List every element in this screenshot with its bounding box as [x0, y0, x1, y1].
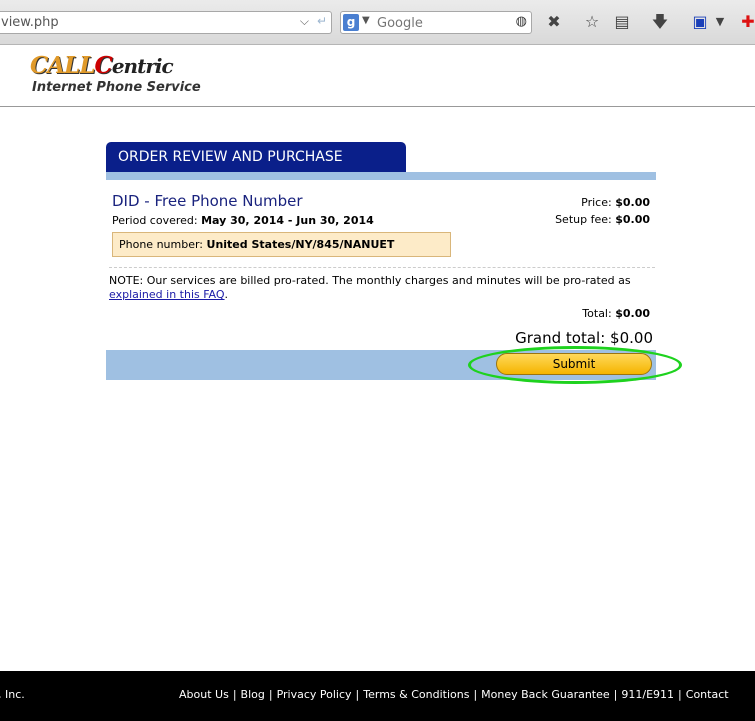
price-row: Price: $0.00 — [581, 196, 650, 209]
search-input[interactable] — [375, 12, 509, 35]
dashed-divider — [109, 267, 655, 268]
faq-link[interactable]: explained in this FAQ — [109, 288, 225, 301]
red-cross-icon[interactable]: ✚ — [738, 12, 755, 32]
grand-total-value: $0.00 — [610, 329, 653, 347]
search-engine-dropdown-icon[interactable]: ▼ — [362, 15, 370, 26]
header-divider — [0, 106, 755, 107]
note-end: . — [224, 288, 229, 301]
footer-link-about-us[interactable]: About Us — [179, 688, 229, 701]
period-label: Period covered: — [112, 214, 198, 227]
phone-number-box: Phone number: United States/NY/845/NANUE… — [112, 232, 451, 257]
total-row: Total: $0.00 — [582, 307, 650, 320]
search-engine-icon[interactable]: g — [343, 14, 359, 31]
billing-note: NOTE: Our services are billed pro-rated.… — [109, 274, 657, 302]
footer-separator: | — [613, 688, 618, 701]
footer-separator: | — [678, 688, 682, 701]
bookmarks-list-icon[interactable]: ▤ — [612, 12, 632, 32]
bookmark-star-icon[interactable]: ☆ — [582, 12, 602, 32]
footer-copyright: , Inc. — [0, 688, 25, 701]
grand-total-row: Grand total: $0.00 — [515, 329, 653, 347]
callcentric-logo[interactable]: CALLCentric — [30, 52, 174, 79]
footer-separator: | — [268, 688, 273, 701]
footer: , Inc. About Us | Blog | Privacy Policy | Term… — [0, 671, 755, 721]
reload-icon[interactable]: ↵ — [317, 14, 327, 28]
phone-label: Phone number: — [119, 238, 204, 251]
menu-chevron-down-icon[interactable]: ▼ — [710, 12, 730, 32]
footer-link-privacy-policy[interactable]: Privacy Policy — [277, 688, 352, 701]
order-review-tab: ORDER REVIEW AND PURCHASE — [106, 142, 406, 172]
footer-link-contact[interactable]: Contact — [686, 688, 729, 701]
price-value: $0.00 — [615, 196, 650, 209]
binoculars-icon[interactable]: ◍ — [516, 14, 527, 29]
browser-toolbar: ⌵ ↵ g ▼ ◍ ✖ ☆ ▤ 🡇 ▣ ▼ ✚ — [0, 0, 755, 45]
footer-link-blog[interactable]: Blog — [241, 688, 265, 701]
item-title: DID - Free Phone Number — [112, 192, 303, 210]
footer-link-money-back[interactable]: Money Back Guarantee — [481, 688, 610, 701]
logo-text-entric: entric — [111, 54, 174, 78]
setup-fee-row: Setup fee: $0.00 — [555, 213, 650, 226]
footer-link-911[interactable]: 911/E911 — [621, 688, 674, 701]
setup-value: $0.00 — [615, 213, 650, 226]
download-icon[interactable]: 🡇 — [650, 12, 670, 32]
total-value: $0.00 — [615, 307, 650, 320]
footer-links: About Us | Blog | Privacy Policy | Terms & Con… — [179, 688, 729, 701]
save-icon[interactable]: ▣ — [690, 12, 710, 32]
footer-separator: | — [232, 688, 237, 701]
phone-value: United States/NY/845/NANUET — [206, 238, 395, 251]
grand-total-label: Grand total: — [515, 329, 606, 347]
setup-label: Setup fee: — [555, 213, 612, 226]
address-bar[interactable]: ⌵ ↵ — [0, 11, 332, 34]
address-input[interactable] — [0, 12, 301, 33]
logo-text-c: C — [94, 52, 113, 79]
period-covered: Period covered: May 30, 2014 - Jun 30, 2… — [112, 214, 374, 227]
logo-text-call: CALL — [30, 52, 95, 79]
total-label: Total: — [582, 307, 612, 320]
submit-highlight-ellipse — [468, 346, 682, 384]
url-history-dropdown-icon[interactable]: ⌵ — [300, 14, 309, 29]
period-value: May 30, 2014 - Jun 30, 2014 — [201, 214, 374, 227]
note-text: NOTE: Our services are billed pro-rated.… — [109, 274, 631, 287]
addon-icon[interactable]: ✖ — [544, 12, 564, 32]
price-label: Price: — [581, 196, 612, 209]
footer-separator: | — [473, 688, 478, 701]
footer-separator: | — [355, 688, 360, 701]
search-bar[interactable]: g ▼ ◍ — [340, 11, 532, 35]
footer-link-terms[interactable]: Terms & Conditions — [363, 688, 469, 701]
tagline: Internet Phone Service — [32, 80, 201, 95]
tab-strip — [106, 172, 656, 180]
